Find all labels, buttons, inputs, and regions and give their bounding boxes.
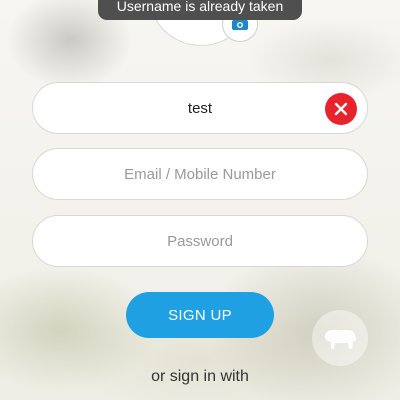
username-input[interactable]	[78, 98, 322, 118]
username-field[interactable]	[32, 82, 368, 134]
bear-watermark	[312, 310, 368, 366]
signup-button[interactable]: SIGN UP	[126, 292, 274, 338]
password-field[interactable]	[32, 215, 368, 267]
email-input[interactable]	[78, 164, 322, 184]
alt-signin-label: or sign in with	[151, 368, 249, 385]
password-input[interactable]	[78, 231, 322, 251]
email-field[interactable]	[32, 148, 368, 200]
bear-icon	[325, 329, 356, 349]
clear-x-icon	[334, 102, 348, 116]
clear-username-button[interactable]	[325, 93, 357, 125]
error-toast: Username is already taken	[98, 0, 302, 20]
